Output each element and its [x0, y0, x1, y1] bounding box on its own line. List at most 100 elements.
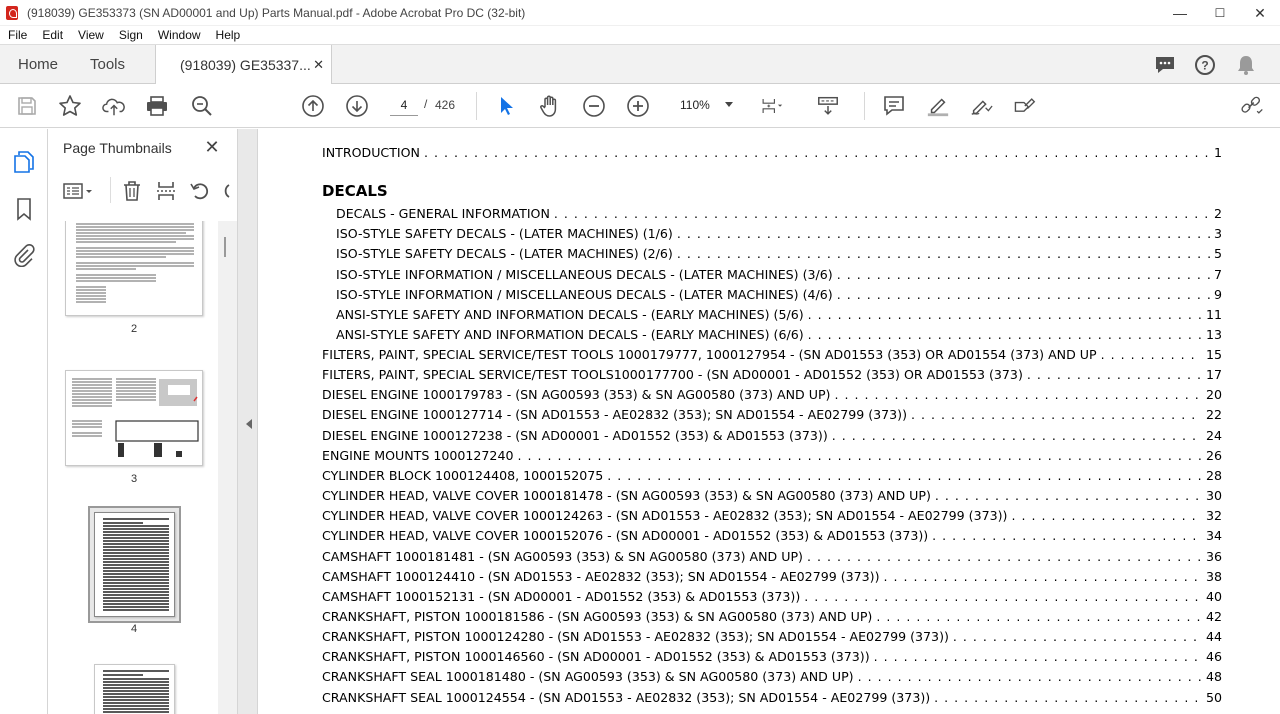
toc-entry-title: ANSI-STYLE SAFETY AND INFORMATION DECALS… [336, 327, 804, 343]
previous-page-icon[interactable] [301, 94, 325, 118]
toc-entry[interactable]: CAMSHAFT 1000124410 - (SN AD01553 - AE02… [322, 569, 1222, 589]
toc-entry-title: CRANKSHAFT, PISTON 1000146560 - (SN AD00… [322, 649, 870, 665]
print-icon[interactable] [145, 94, 169, 118]
toc-entry[interactable]: CRANKSHAFT SEAL 1000181480 - (SN AG00593… [322, 669, 1222, 689]
toc-entry[interactable]: CAMSHAFT 1000181481 - (SN AG00593 (353) … [322, 549, 1222, 569]
toc-entry-title: DIESEL ENGINE 1000127714 - (SN AD01553 -… [322, 407, 908, 423]
toc-entry[interactable]: DIESEL ENGINE 1000127714 - (SN AD01553 -… [322, 407, 1222, 427]
toc-entry-title: ISO-STYLE SAFETY DECALS - (LATER MACHINE… [336, 246, 673, 262]
maximize-button[interactable]: ☐ [1200, 0, 1240, 26]
toc-entry[interactable]: CAMSHAFT 1000152131 - (SN AD00001 - AD01… [322, 589, 1222, 609]
comment-bubble-icon[interactable] [1153, 53, 1177, 77]
menu-help[interactable]: Help [208, 28, 248, 42]
toc-entry[interactable]: FILTERS, PAINT, SPECIAL SERVICE/TEST TOO… [322, 347, 1222, 367]
toc-entry[interactable]: ISO-STYLE SAFETY DECALS - (LATER MACHINE… [336, 246, 1222, 266]
menu-sign[interactable]: Sign [111, 28, 150, 42]
thumbnail-page-2[interactable] [65, 221, 203, 316]
toc-entry[interactable]: ANSI-STYLE SAFETY AND INFORMATION DECALS… [336, 327, 1222, 347]
document-view[interactable]: INTRODUCTION 1 DECALS DECALS - GENERAL I… [258, 129, 1280, 714]
menu-edit[interactable]: Edit [34, 28, 70, 42]
toc-entry[interactable]: DECALS - GENERAL INFORMATION 2 [336, 206, 1222, 226]
thumbnail-scroll-thumb[interactable] [224, 237, 226, 257]
page-thumbnails-icon[interactable] [12, 149, 36, 175]
toc-entry[interactable]: CRANKSHAFT SEAL 1000124554 - (SN AD01553… [322, 690, 1222, 710]
upload-cloud-icon[interactable] [102, 94, 126, 118]
add-comment-icon[interactable] [882, 94, 906, 118]
toc-entry[interactable]: ANSI-STYLE SAFETY AND INFORMATION DECALS… [336, 307, 1222, 327]
toc-entry[interactable]: ISO-STYLE SAFETY DECALS - (LATER MACHINE… [336, 226, 1222, 246]
toc-entry-page: 24 [1205, 427, 1222, 443]
toc-entry[interactable]: DIESEL ENGINE 1000179783 - (SN AG00593 (… [322, 387, 1222, 407]
navigation-rail [0, 129, 48, 714]
attachments-paperclip-icon[interactable] [12, 242, 36, 268]
more-tools-icon[interactable] [221, 180, 231, 202]
toc-entry-title: CAMSHAFT 1000181481 - (SN AG00593 (353) … [322, 548, 803, 564]
thumbnail-page-4[interactable] [94, 512, 175, 617]
menu-view[interactable]: View [70, 28, 111, 42]
toc-entry[interactable]: FILTERS, PAINT, SPECIAL SERVICE/TEST TOO… [322, 367, 1222, 387]
help-icon[interactable]: ? [1193, 53, 1217, 77]
tab-tools[interactable]: Tools [90, 45, 125, 84]
select-cursor-icon[interactable] [494, 94, 518, 118]
next-page-icon[interactable] [345, 94, 369, 118]
toc-entry-introduction[interactable]: INTRODUCTION 1 [322, 145, 1222, 165]
stamp-edit-icon[interactable] [1012, 94, 1036, 118]
collapse-panel-arrow-icon[interactable] [246, 419, 252, 429]
tab-home[interactable]: Home [18, 45, 58, 84]
thumbnail-options-icon[interactable] [62, 181, 94, 201]
fill-sign-icon[interactable] [969, 94, 993, 118]
zoom-search-icon[interactable] [190, 94, 214, 118]
toc-entry-title: FILTERS, PAINT, SPECIAL SERVICE/TEST TOO… [322, 347, 1097, 362]
rotate-page-icon[interactable] [189, 180, 211, 202]
toc-entry[interactable]: ISO-STYLE INFORMATION / MISCELLANEOUS DE… [336, 287, 1222, 307]
toc-entry[interactable]: CRANKSHAFT, PISTON 1000146560 - (SN AD00… [322, 649, 1222, 669]
toc-entry[interactable]: CYLINDER HEAD, VALVE COVER 1000124263 - … [322, 508, 1222, 528]
toc-leader-dots [874, 649, 1202, 664]
thumbnail-page-3[interactable] [65, 370, 203, 466]
bookmarks-icon[interactable] [12, 196, 36, 222]
close-window-button[interactable]: ✕ [1240, 0, 1280, 26]
zoom-out-icon[interactable] [582, 94, 606, 118]
toc-entry[interactable]: DIESEL ENGINE 1000127238 - (SN AD00001 -… [322, 428, 1222, 448]
toc-entry-page: 34 [1205, 528, 1222, 544]
close-panel-icon[interactable]: ✕ [200, 137, 224, 158]
insert-page-icon[interactable] [155, 180, 177, 202]
thumbnail-scrollbar[interactable] [218, 221, 237, 714]
share-link-icon[interactable] [1240, 94, 1264, 118]
toc-entry-title: ENGINE MOUNTS 1000127240 [322, 447, 514, 463]
notifications-bell-icon[interactable] [1234, 53, 1258, 77]
toc-entry[interactable]: CRANKSHAFT, PISTON 1000124280 - (SN AD01… [322, 629, 1222, 649]
toc-entry-title: CRANKSHAFT SEAL 1000124554 - (SN AD01553… [322, 689, 931, 705]
acrobat-logo-icon [6, 5, 18, 20]
toc-entry[interactable]: CYLINDER HEAD, VALVE COVER 1000152076 - … [322, 528, 1222, 548]
zoom-in-icon[interactable] [626, 94, 650, 118]
save-icon[interactable] [15, 94, 39, 118]
bookmark-star-icon[interactable] [58, 94, 82, 118]
toc-entry-title: CRANKSHAFT, PISTON 1000124280 - (SN AD01… [322, 629, 949, 645]
tools-divider [110, 177, 111, 203]
svg-text:?: ? [1201, 59, 1208, 73]
menu-file[interactable]: File [0, 28, 34, 42]
zoom-dropdown-caret-icon[interactable] [725, 102, 733, 107]
hand-tool-icon[interactable] [538, 94, 562, 118]
toc-entry[interactable]: ISO-STYLE INFORMATION / MISCELLANEOUS DE… [336, 267, 1222, 287]
menu-window[interactable]: Window [150, 28, 208, 42]
page-display-icon[interactable] [761, 94, 785, 118]
thumbnail-page-5[interactable] [94, 664, 175, 714]
toc-entry[interactable]: CRANKSHAFT, PISTON 1000181586 - (SN AG00… [322, 609, 1222, 629]
toc-entry[interactable]: CYLINDER BLOCK 1000124408, 1000152075 28 [322, 468, 1222, 488]
toc-leader-dots [837, 287, 1210, 302]
toc-entry-page: 32 [1205, 508, 1222, 524]
delete-page-icon[interactable] [121, 180, 143, 202]
tab-document[interactable]: (918039) GE35337... ✕ [155, 45, 332, 85]
close-tab-icon[interactable]: ✕ [313, 57, 324, 73]
toc-entry[interactable]: CYLINDER HEAD, VALVE COVER 1000181478 - … [322, 488, 1222, 508]
toc-entry[interactable]: ENGINE MOUNTS 1000127240 26 [322, 448, 1222, 468]
toc-entry-page: 42 [1205, 608, 1222, 624]
scrolling-mode-icon[interactable] [816, 94, 840, 118]
main-toolbar [0, 84, 1280, 128]
toc-entry-page: 11 [1205, 307, 1222, 322]
highlight-pen-icon[interactable] [926, 94, 950, 118]
minimize-button[interactable]: — [1160, 0, 1200, 26]
current-page-input[interactable]: 4 [390, 94, 418, 116]
